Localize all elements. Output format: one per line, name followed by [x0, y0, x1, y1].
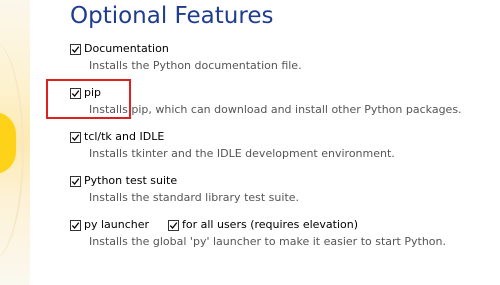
option-tcltk-idle: tcl/tk and IDLE Installs tkinter and the… [70, 130, 490, 166]
page-title: Optional Features [70, 3, 274, 29]
tcltk-checkbox-row[interactable]: tcl/tk and IDLE [70, 130, 164, 144]
py-launcher-checkbox[interactable] [70, 219, 81, 231]
py-launcher-description: Installs the global 'py' launcher to mak… [89, 235, 446, 248]
tcltk-checkbox[interactable] [70, 131, 81, 143]
tcltk-label: tcl/tk and IDLE [84, 130, 165, 143]
test-suite-label: Python test suite [84, 174, 178, 187]
side-decoration [0, 0, 30, 285]
optional-features-page: Optional Features Documentation Installs… [0, 0, 500, 285]
test-suite-checkbox-row[interactable]: Python test suite [70, 174, 177, 188]
option-documentation: Documentation Installs the Python docume… [70, 42, 490, 78]
checkmark-icon [71, 45, 80, 53]
option-test-suite: Python test suite Installs the standard … [70, 174, 490, 210]
checkmark-icon [71, 133, 80, 141]
documentation-checkbox[interactable] [70, 43, 81, 55]
option-pip: pip Installs pip, which can download and… [70, 86, 490, 122]
py-launcher-label: py launcher [84, 218, 150, 231]
for-all-users-checkbox[interactable] [168, 219, 179, 231]
py-launcher-checkbox-row[interactable]: py launcher [70, 218, 149, 232]
for-all-users-checkbox-row[interactable]: for all users (requires elevation) [168, 218, 358, 232]
test-suite-checkbox[interactable] [70, 175, 81, 187]
documentation-description: Installs the Python documentation file. [89, 59, 302, 72]
for-all-users-label: for all users (requires elevation) [182, 218, 359, 231]
option-py-launcher: py launcher for all users (requires elev… [70, 218, 490, 254]
checkmark-icon [71, 177, 80, 185]
documentation-label: Documentation [84, 42, 169, 55]
test-suite-description: Installs the standard library test suite… [89, 191, 300, 204]
checkmark-icon [169, 221, 178, 229]
documentation-checkbox-row[interactable]: Documentation [70, 42, 169, 56]
pip-description: Installs pip, which can download and ins… [89, 103, 462, 116]
checkmark-icon [71, 221, 80, 229]
tcltk-description: Installs tkinter and the IDLE developmen… [89, 147, 395, 160]
pip-highlight-annotation [46, 79, 131, 119]
